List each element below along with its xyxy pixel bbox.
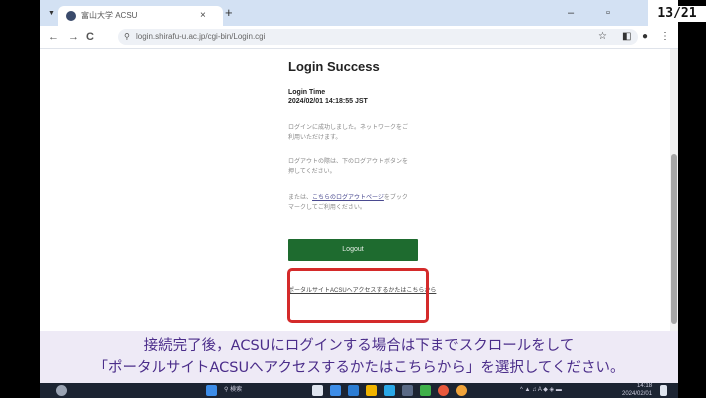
url-text[interactable]: login.shirafu-u.ac.jp/cgi-bin/Login.cgi — [136, 30, 265, 44]
new-tab-button[interactable]: + — [225, 6, 233, 20]
taskbar-search[interactable]: ⚲ 検索 — [224, 384, 242, 397]
logout-instruction: ログアウトの際は、下のログアウトボタンを押してください。 — [288, 159, 409, 175]
firefox-icon[interactable] — [456, 385, 467, 396]
menu-icon[interactable]: ⋮ — [660, 30, 670, 44]
taskbar: ⚲ 検索 ^ ▲ ♫ A ◆ ◈ ▬ 14:18 2024/02/01 — [40, 383, 678, 398]
page-title: Login Success — [288, 59, 380, 74]
logout-page-link[interactable]: こちらのログアウトページ — [312, 195, 384, 201]
browser-tab-bar: ▼ 富山大学 ACSU × + – ▫ — [40, 0, 648, 26]
highlight-box — [287, 268, 429, 323]
sidepanel-icon[interactable]: ◧ — [622, 30, 631, 44]
tab-search-icon[interactable]: ▼ — [48, 9, 55, 19]
bookmark-prefix: または、 — [288, 195, 313, 201]
clock[interactable]: 14:18 2024/02/01 — [622, 382, 652, 398]
forward-button[interactable]: → — [68, 30, 79, 44]
caption-line-2: 「ポータルサイトACSUへアクセスするかたはこちらから」を選択してください。 — [93, 360, 625, 376]
logout-button[interactable]: Logout — [288, 239, 418, 261]
caption-line-1: 接続完了後，ACSUにログインする場合は下までスクロールをして — [143, 338, 575, 354]
edge-icon[interactable] — [384, 385, 395, 396]
login-time-label: Login Time — [288, 89, 326, 96]
taskbar-search-label: 検索 — [230, 387, 243, 393]
store-icon[interactable] — [402, 385, 413, 396]
left-letterbox — [0, 0, 40, 398]
bookmark-instruction: または、こちらのログアウトページをブックマークしてご利用ください。 — [288, 193, 408, 213]
restore-button[interactable]: ▫ — [606, 5, 610, 21]
tab-title: 富山大学 ACSU — [81, 11, 138, 20]
clock-date: 2024/02/01 — [622, 391, 653, 397]
weather-icon[interactable] — [56, 385, 67, 396]
right-letterbox — [678, 0, 706, 398]
chrome-icon[interactable] — [438, 385, 449, 396]
address-toolbar: ← → C ⚲ login.shirafu-u.ac.jp/cgi-bin/Lo… — [40, 26, 678, 49]
login-success-message: ログインに成功しました。ネットワークをご利用いただけます。 — [288, 125, 409, 141]
reload-button[interactable]: C — [86, 30, 94, 44]
url-field[interactable]: ⚲ login.shirafu-u.ac.jp/cgi-bin/Login.cg… — [118, 29, 638, 45]
clock-time: 14:18 — [637, 383, 653, 389]
notification-icon[interactable] — [660, 385, 667, 396]
site-favicon-icon — [66, 11, 76, 21]
vertical-scrollbar[interactable] — [670, 49, 678, 331]
browser-taskbar-icon[interactable] — [330, 385, 341, 396]
page-counter: 13/21 — [648, 6, 706, 22]
login-time-value: 2024/02/01 14:18:55 JST — [288, 98, 368, 105]
bookmark-star-icon[interactable]: ☆ — [598, 30, 607, 44]
system-tray-icons[interactable]: ^ ▲ ♫ A ◆ ◈ ▬ — [520, 384, 562, 397]
task-view-icon[interactable] — [312, 385, 323, 396]
scrollbar-thumb[interactable] — [671, 154, 677, 324]
mail-icon[interactable] — [348, 385, 359, 396]
browser-tab[interactable]: 富山大学 ACSU × — [58, 6, 223, 26]
app-icon[interactable] — [420, 385, 431, 396]
back-button[interactable]: ← — [48, 30, 59, 44]
instruction-caption: 接続完了後，ACSUにログインする場合は下までスクロールをして 「ポータルサイト… — [40, 331, 678, 383]
start-icon[interactable] — [206, 385, 217, 396]
minimize-button[interactable]: – — [568, 5, 574, 21]
file-explorer-icon[interactable] — [366, 385, 377, 396]
site-info-icon[interactable]: ⚲ — [124, 30, 130, 44]
profile-icon[interactable]: ● — [642, 30, 648, 44]
tab-close-icon[interactable]: × — [200, 8, 206, 24]
